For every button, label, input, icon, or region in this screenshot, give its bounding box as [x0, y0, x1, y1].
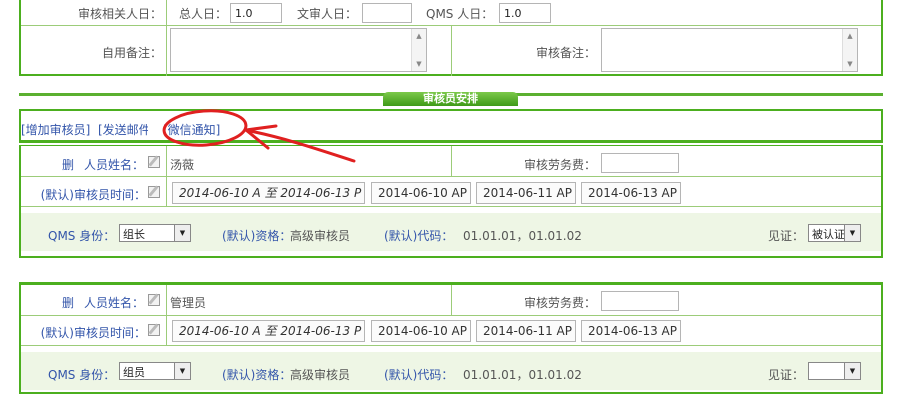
auditor-2-qms-role-select[interactable]: 组员 ▼ — [119, 362, 191, 380]
action-bar — [19, 109, 883, 143]
auditor-1-qual-value: 高级审核员 — [290, 229, 351, 243]
auditor-1-mid-divider — [451, 146, 452, 176]
use-remark-scrollbar[interactable]: ▲ ▼ — [411, 29, 426, 71]
auditor-2-date-2[interactable]: 2014-06-11 AP — [476, 320, 576, 342]
auditor-2-delete-link[interactable]: 删 — [62, 294, 74, 311]
auditor-1-fee-input[interactable] — [601, 153, 679, 173]
auditor-2-date-3[interactable]: 2014-06-13 AP — [581, 320, 681, 342]
qms-days-label: QMS 人日： — [426, 7, 494, 21]
auditor-1-witness-label: 见证： — [768, 229, 805, 243]
top-form-divider — [166, 0, 167, 76]
chevron-down-icon: ▼ — [174, 225, 190, 241]
auditor-1-delete-link[interactable]: 删 — [62, 156, 74, 173]
auditor-2-qual-label: (默认)资格： — [222, 368, 292, 382]
use-remark-textarea[interactable]: ▲ ▼ — [170, 28, 427, 72]
auditor-1-qms-role-value: 组长 — [123, 228, 145, 241]
auditor-1-time-range[interactable]: 2014-06-10 A 至 2014-06-13 P — [172, 182, 365, 204]
auditor-2-edit-icon[interactable] — [148, 294, 160, 306]
auditor-2-time-edit-icon[interactable] — [148, 324, 160, 336]
auditor-1-time-edit-icon[interactable] — [148, 186, 160, 198]
auditor-2-witness-label: 见证： — [768, 368, 805, 382]
audit-remark-textarea[interactable]: ▲ ▼ — [601, 28, 858, 72]
auditor-2-code-label: (默认)代码： — [384, 368, 454, 382]
auditor-1-edit-icon[interactable] — [148, 156, 160, 168]
remark-divider — [451, 26, 452, 76]
qms-days-input[interactable] — [499, 3, 551, 23]
auditor-1-code-label: (默认)代码： — [384, 229, 454, 243]
add-auditor-link[interactable]: [增加审核员] — [21, 121, 90, 138]
auditor-2-time-label: (默认)审核员时间： — [40, 326, 146, 340]
auditor-1-witness-select[interactable]: 被认证 ▼ — [808, 224, 861, 242]
audit-days-label: 审核相关人日： — [77, 7, 162, 21]
auditor-2-date-1[interactable]: 2014-06-10 AP — [371, 320, 471, 342]
chevron-down-icon: ▼ — [844, 225, 860, 241]
auditor-2-name: 管理员 — [170, 296, 207, 310]
chevron-down-icon: ▼ — [174, 363, 190, 379]
auditor-1-row-divider-2 — [21, 206, 881, 207]
auditor-2-fee-label: 审核劳务费： — [523, 296, 596, 310]
use-remark-label: 自用备注： — [101, 46, 162, 60]
auditor-1-fee-label: 审核劳务费： — [523, 158, 596, 172]
auditor-1-qms-role-label: QMS 身份： — [48, 229, 116, 243]
section-title: 审核员安排 — [423, 92, 478, 105]
wechat-notify-link[interactable]: [微信通知] — [163, 121, 220, 138]
auditor-1-row-divider — [21, 176, 881, 177]
audit-remark-scrollbar[interactable]: ▲ ▼ — [842, 29, 857, 71]
auditor-1-name-label: 人员姓名： — [84, 158, 145, 172]
auditor-2-time-range[interactable]: 2014-06-10 A 至 2014-06-13 P — [172, 320, 365, 342]
auditor-1-code-value: 01.01.01，01.01.02 — [463, 229, 582, 243]
auditor-1-date-2[interactable]: 2014-06-11 AP — [476, 182, 576, 204]
section-title-tab: 审核员安排 — [383, 92, 518, 106]
total-days-input[interactable] — [230, 3, 282, 23]
auditor-2-name-label: 人员姓名： — [84, 296, 145, 310]
auditor-1-name: 汤薇 — [170, 158, 195, 172]
auditor-1-time-label: (默认)审核员时间： — [40, 188, 146, 202]
doc-days-input[interactable] — [362, 3, 412, 23]
doc-days-label: 文审人日： — [297, 7, 358, 21]
auditor-2-qual-value: 高级审核员 — [290, 368, 351, 382]
auditor-1-qual-label: (默认)资格： — [222, 229, 292, 243]
auditor-2-witness-select[interactable]: ▼ — [808, 362, 861, 380]
auditor-1-witness-value: 被认证 — [812, 228, 845, 241]
auditor-2-qms-role-value: 组员 — [123, 366, 145, 379]
auditor-2-fee-input[interactable] — [601, 291, 679, 311]
auditor-1-qms-role-select[interactable]: 组长 ▼ — [119, 224, 191, 242]
total-days-label: 总人日： — [179, 7, 228, 21]
audit-remark-label: 审核备注： — [535, 46, 596, 60]
auditor-2-row-divider — [21, 315, 881, 316]
auditor-2-qms-role-label: QMS 身份： — [48, 368, 116, 382]
chevron-down-icon: ▼ — [844, 363, 860, 379]
auditor-2-mid-divider — [451, 285, 452, 315]
auditor-1-date-1[interactable]: 2014-06-10 AP — [371, 182, 471, 204]
auditor-2-code-value: 01.01.01，01.01.02 — [463, 368, 582, 382]
auditor-1-date-3[interactable]: 2014-06-13 AP — [581, 182, 681, 204]
send-mail-link[interactable]: [发送邮件] — [98, 121, 148, 138]
auditor-2-row-divider-2 — [21, 345, 881, 346]
